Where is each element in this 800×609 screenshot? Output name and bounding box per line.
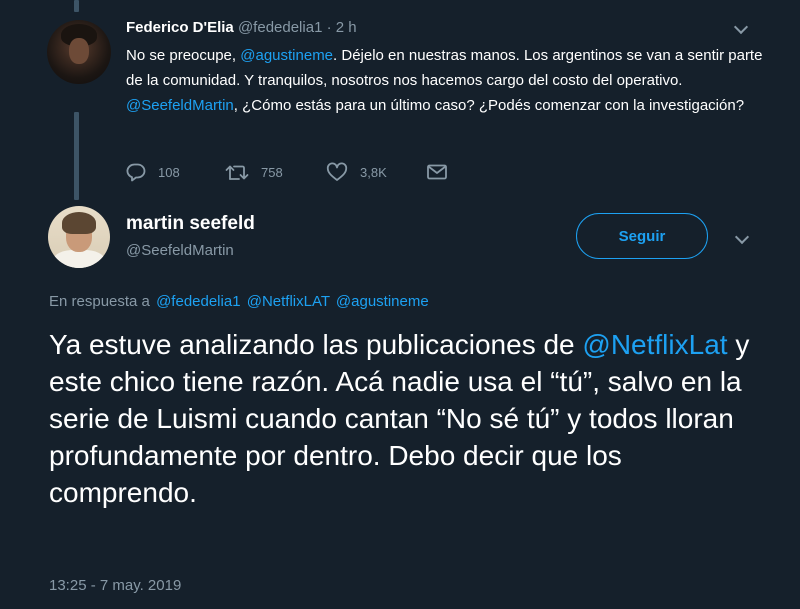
previous-tweet-text-part: , ¿Cómo estás para un último caso? ¿Podé…: [233, 97, 745, 114]
previous-tweet-time[interactable]: 2 h: [336, 19, 357, 36]
thread-line-top: [74, 0, 79, 12]
thread-line-connector: [74, 112, 79, 200]
retweet-icon: [225, 165, 249, 180]
previous-tweet-header: Federico D'Elia @fededelia1 · 2 h: [126, 19, 357, 36]
reply-mention-link[interactable]: @agustineme: [336, 293, 429, 310]
reply-mention-link[interactable]: @NetflixLAT: [247, 293, 330, 310]
reply-context: En respuesta a @fededelia1 @NetflixLAT @…: [49, 293, 429, 310]
reply-bubble-icon: [126, 163, 146, 182]
avatar-fededelia1[interactable]: [47, 20, 111, 84]
tweet-timestamp[interactable]: 13:25 - 7 may. 2019: [49, 577, 181, 594]
reply-button[interactable]: 108: [126, 158, 180, 186]
mention-link[interactable]: @NetflixLat: [582, 329, 727, 360]
mention-link[interactable]: @SeefeldMartin: [126, 97, 234, 114]
chevron-down-icon[interactable]: [733, 19, 749, 35]
previous-tweet-text-part: No se preocupe,: [126, 47, 241, 64]
chevron-down-icon[interactable]: [734, 229, 750, 245]
follow-button[interactable]: Seguir: [576, 213, 708, 259]
like-button[interactable]: 3,8K: [326, 158, 387, 186]
avatar-seefeldmartin[interactable]: [48, 206, 110, 268]
main-tweet-text-part: Ya estuve analizando las publicaciones d…: [49, 329, 583, 360]
previous-tweet-text: No se preocupe, @agustineme. Déjelo en n…: [126, 43, 766, 118]
previous-tweet-author-handle[interactable]: @fededelia1: [238, 19, 322, 36]
reply-context-label: En respuesta a: [49, 293, 150, 310]
main-tweet-author-handle[interactable]: @SeefeldMartin: [126, 242, 234, 259]
meta-separator: ·: [326, 19, 332, 36]
reply-count: 108: [158, 164, 180, 180]
like-count: 3,8K: [360, 164, 387, 180]
reply-mention-link[interactable]: @fededelia1: [156, 293, 240, 310]
retweet-button[interactable]: 758: [225, 158, 283, 186]
envelope-icon: [427, 164, 447, 180]
main-tweet-text: Ya estuve analizando las publicaciones d…: [49, 326, 769, 511]
heart-icon: [326, 162, 348, 181]
retweet-count: 758: [261, 164, 283, 180]
mention-link[interactable]: @agustineme: [240, 47, 333, 64]
previous-tweet-author-name[interactable]: Federico D'Elia: [126, 19, 234, 36]
main-tweet-author-name[interactable]: martin seefeld: [126, 213, 255, 235]
direct-message-button[interactable]: [426, 158, 448, 186]
